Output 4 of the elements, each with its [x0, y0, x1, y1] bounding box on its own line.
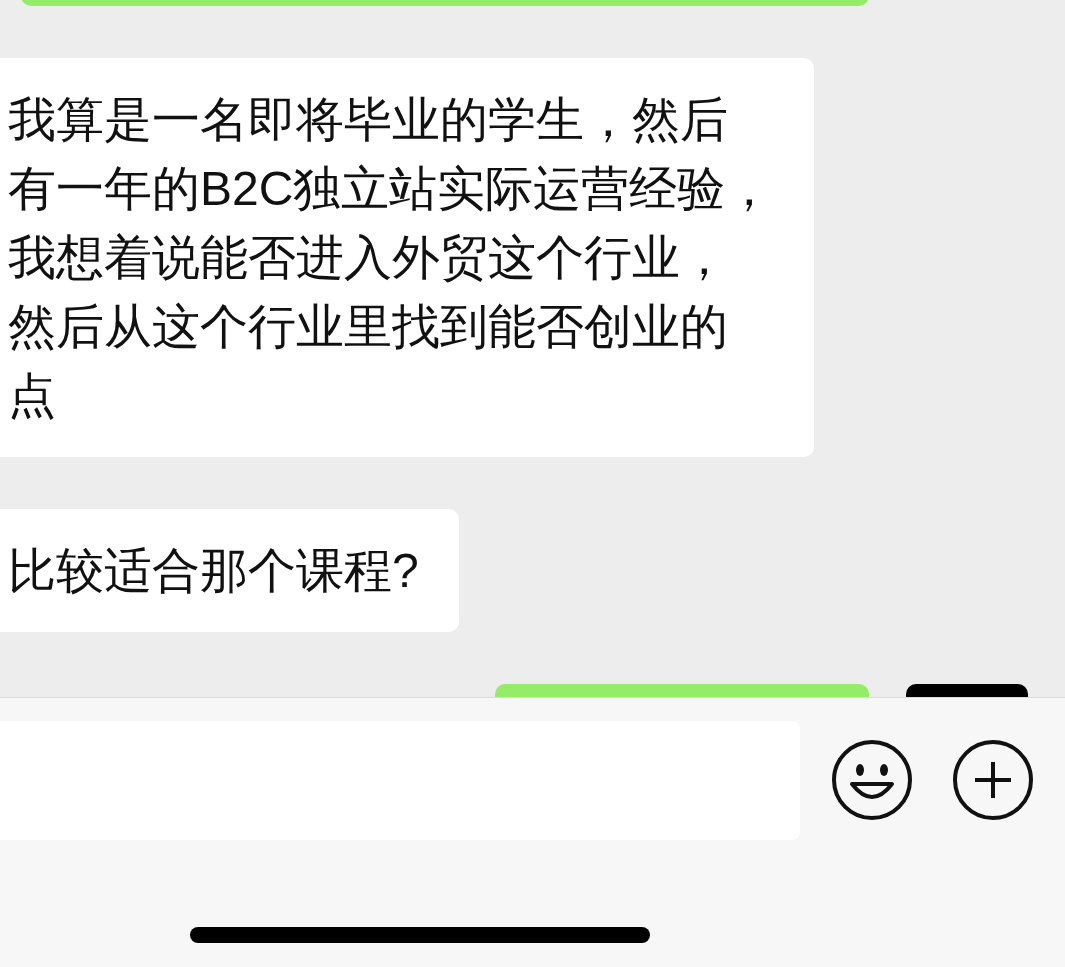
emoji-icon[interactable] [830, 738, 914, 822]
message-bubble: 我算是一名即将毕业的学生，然后有一年的B2C独立站实际运营经验，我想着说能否进入外贸这个行业，然后从这个行业里找到能否创业的点 [0, 58, 814, 457]
message-bubble: 比较适合那个课程? [0, 509, 459, 632]
add-icon[interactable] [951, 738, 1035, 822]
